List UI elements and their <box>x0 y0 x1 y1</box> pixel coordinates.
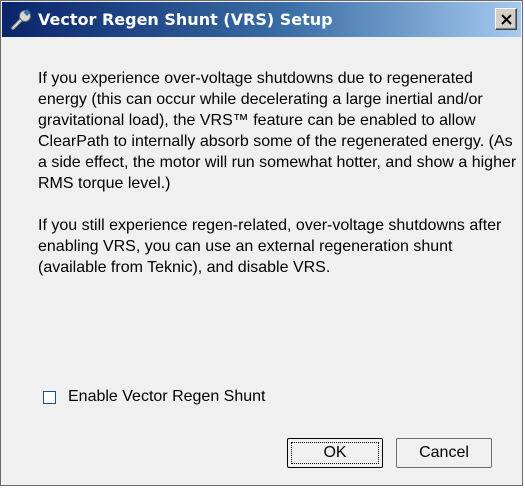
wrench-icon <box>10 8 32 31</box>
enable-vrs-checkbox-row[interactable]: Enable Vector Regen Shunt <box>43 388 265 406</box>
cancel-button-label: Cancel <box>419 444 469 461</box>
enable-vrs-label[interactable]: Enable Vector Regen Shunt <box>68 388 265 406</box>
focus-rectangle <box>291 442 379 464</box>
description-paragraph: If you experience over-voltage shutdowns… <box>38 70 517 192</box>
close-button[interactable] <box>495 8 517 30</box>
cancel-button[interactable]: Cancel <box>396 438 492 468</box>
description-paragraph: If you still experience regen-related, o… <box>38 217 502 276</box>
enable-vrs-checkbox[interactable] <box>43 390 56 404</box>
vrs-setup-dialog: Vector Regen Shunt (VRS) Setup If you ex… <box>0 0 523 486</box>
dialog-body: If you experience over-voltage shutdowns… <box>38 68 518 278</box>
close-icon <box>501 14 512 25</box>
dialog-title: Vector Regen Shunt (VRS) Setup <box>38 10 333 29</box>
title-bar[interactable]: Vector Regen Shunt (VRS) Setup <box>2 2 521 37</box>
ok-button[interactable]: OK <box>287 438 383 468</box>
